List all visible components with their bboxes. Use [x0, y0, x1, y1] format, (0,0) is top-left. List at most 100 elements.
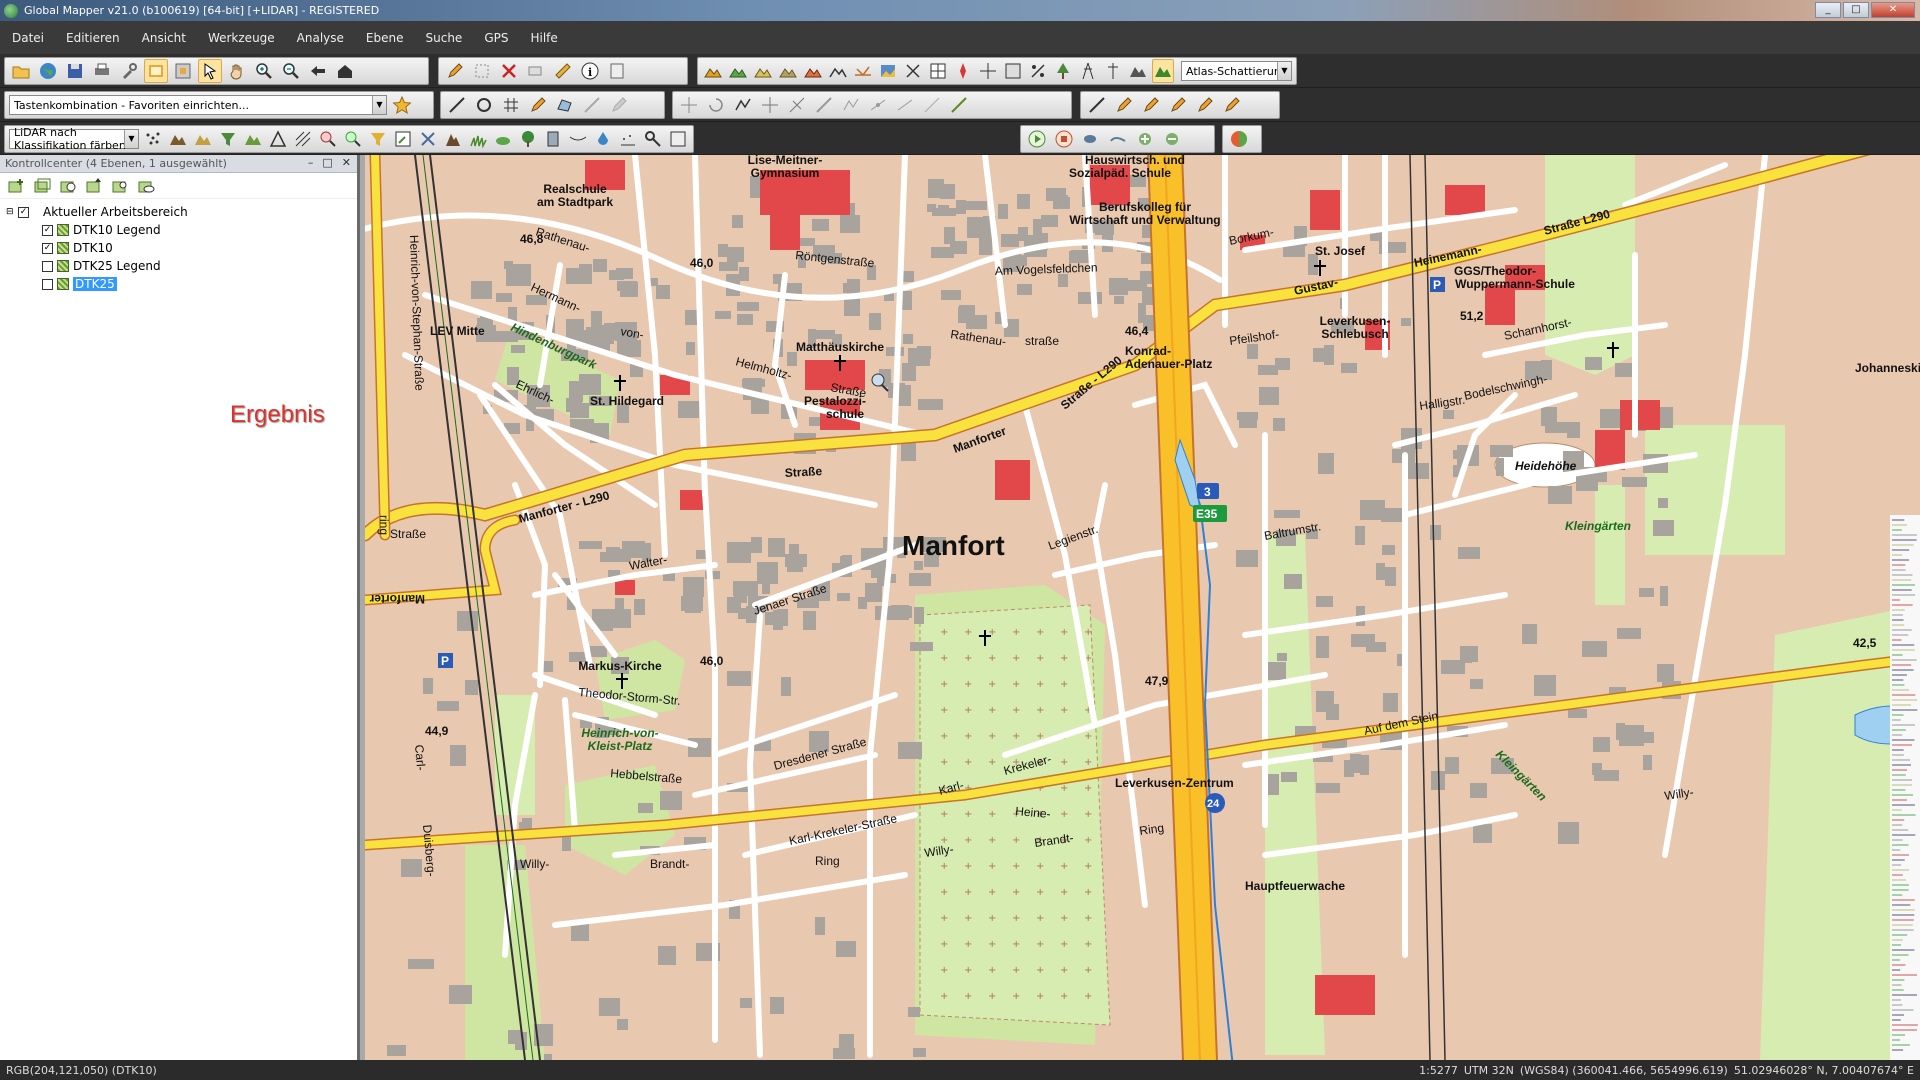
draw-circle-icon[interactable] — [472, 93, 496, 117]
line-style-6-icon[interactable] — [1220, 93, 1244, 117]
pan-cross-icon[interactable] — [758, 93, 782, 117]
clipboard-icon[interactable] — [605, 59, 629, 83]
building-icon[interactable] — [542, 127, 564, 151]
workspace-checkbox[interactable]: ✓ — [18, 206, 29, 218]
chevron-down-icon[interactable]: ▼ — [1277, 62, 1291, 80]
lidar-combo[interactable]: LiDAR nach Klassifikation färben ▼ — [9, 126, 139, 152]
lidar-tree-icon[interactable] — [1052, 59, 1074, 83]
fish-icon[interactable] — [1079, 127, 1103, 151]
zoom-in-icon[interactable] — [252, 59, 276, 83]
reshape-icon[interactable] — [731, 93, 755, 117]
shader-combo[interactable]: Atlas-Schattierung ▼ — [1181, 61, 1292, 81]
remove-layer-icon[interactable] — [1160, 127, 1184, 151]
funnel-icon[interactable] — [367, 127, 389, 151]
contour-icon[interactable] — [727, 59, 749, 83]
draw-grid-icon[interactable] — [499, 93, 523, 117]
topographic-map[interactable]: + + + + + + + + + + + + + + + + + + + + + + + + + + + + + + + + + + + + + + + +… — [365, 155, 1920, 1060]
stop-icon[interactable] — [1052, 127, 1076, 151]
draw-line-icon[interactable] — [445, 93, 469, 117]
layer-up-icon[interactable] — [84, 176, 104, 196]
maximize-button[interactable]: □ — [1843, 2, 1869, 18]
draw-area-icon[interactable] — [553, 93, 577, 117]
peak-icon[interactable] — [442, 127, 464, 151]
cut-icon[interactable] — [902, 59, 924, 83]
snap-icon[interactable] — [839, 93, 863, 117]
layer-row[interactable]: DTK25 Legend — [6, 257, 357, 275]
layer-checkbox[interactable] — [42, 278, 53, 290]
star-icon[interactable] — [390, 93, 414, 117]
water-icon[interactable] — [592, 127, 614, 151]
layers-icon[interactable] — [144, 59, 168, 83]
play-icon[interactable] — [1025, 127, 1049, 151]
layout-icon[interactable] — [1002, 59, 1024, 83]
line-of-sight-icon[interactable] — [852, 59, 874, 83]
image-icon[interactable] — [877, 59, 899, 83]
pointer-tool-icon[interactable] — [198, 59, 222, 83]
close-button[interactable]: ✕ — [1871, 2, 1915, 18]
menu-werkzeuge[interactable]: Werkzeuge — [208, 31, 275, 45]
save-icon[interactable] — [63, 59, 87, 83]
globe-icon[interactable] — [36, 59, 60, 83]
menu-gps[interactable]: GPS — [484, 31, 508, 45]
move-feature-icon[interactable] — [524, 59, 548, 83]
tree-icon[interactable] — [517, 127, 539, 151]
swim-icon[interactable] — [1106, 127, 1130, 151]
lidar-search-2-icon[interactable] — [342, 127, 364, 151]
panel-close-icon[interactable]: ✕ — [342, 156, 351, 169]
line-style-4-icon[interactable] — [1166, 93, 1190, 117]
line-style-3-icon[interactable] — [1139, 93, 1163, 117]
lidar-grid-icon[interactable] — [242, 127, 264, 151]
panel-minimize-icon[interactable]: – — [308, 156, 314, 169]
workspace-row[interactable]: ⊟ ✓ Aktueller Arbeitsbereich — [6, 203, 357, 221]
layer-remove-icon[interactable] — [58, 176, 78, 196]
layer-view-icon[interactable] — [136, 176, 156, 196]
view-shed-icon[interactable] — [802, 59, 824, 83]
lidar-points-icon[interactable] — [142, 127, 164, 151]
pan-hand-icon[interactable] — [225, 59, 249, 83]
rotate-icon[interactable] — [704, 93, 728, 117]
pencil-icon[interactable] — [443, 59, 467, 83]
layer-row[interactable]: ✓ DTK10 Legend — [6, 221, 357, 239]
export-lidar-icon[interactable] — [667, 127, 689, 151]
crosshair-icon[interactable] — [977, 59, 999, 83]
tower-icon[interactable] — [1102, 59, 1124, 83]
measure-line-icon[interactable] — [920, 93, 944, 117]
layer-zoom-icon[interactable] — [110, 176, 130, 196]
percent-icon[interactable] — [1027, 59, 1049, 83]
back-arrow-icon[interactable] — [306, 59, 330, 83]
triangle-icon[interactable] — [267, 127, 289, 151]
layer-add-icon[interactable] — [6, 176, 26, 196]
lidar-tools-icon[interactable] — [417, 127, 439, 151]
ruler-icon[interactable] — [551, 59, 575, 83]
split-icon[interactable] — [785, 93, 809, 117]
menu-hilfe[interactable]: Hilfe — [530, 31, 557, 45]
wire-icon[interactable] — [567, 127, 589, 151]
terrain-icon[interactable] — [702, 59, 724, 83]
3d-view-icon[interactable] — [927, 59, 949, 83]
menu-datei[interactable]: Datei — [12, 31, 44, 45]
line-style-1-icon[interactable] — [1085, 93, 1109, 117]
move-vertex-icon[interactable] — [677, 93, 701, 117]
layer-checkbox[interactable] — [42, 260, 53, 272]
minimize-button[interactable]: _ — [1815, 2, 1841, 18]
bush-icon[interactable] — [492, 127, 514, 151]
home-icon[interactable] — [333, 59, 357, 83]
chevron-down-icon[interactable]: ▼ — [124, 130, 138, 148]
draw-pencil-icon[interactable] — [526, 93, 550, 117]
layer-checkbox[interactable]: ✓ — [42, 242, 53, 254]
mountain-icon[interactable] — [1127, 59, 1149, 83]
offset-icon[interactable] — [947, 93, 971, 117]
key-icon[interactable] — [642, 127, 664, 151]
layer-row[interactable]: DTK25 — [6, 275, 357, 293]
volume-icon[interactable] — [777, 59, 799, 83]
menu-ebene[interactable]: Ebene — [366, 31, 404, 45]
chevron-down-icon[interactable]: ▼ — [372, 96, 386, 114]
menu-analyse[interactable]: Analyse — [297, 31, 344, 45]
layer-checkbox[interactable]: ✓ — [42, 224, 53, 236]
shader-icon[interactable] — [1152, 59, 1174, 83]
layer-copy-icon[interactable] — [32, 176, 52, 196]
panel-float-icon[interactable]: □ — [322, 156, 332, 169]
powerline-icon[interactable] — [1077, 59, 1099, 83]
line-style-5-icon[interactable] — [1193, 93, 1217, 117]
join-icon[interactable] — [812, 93, 836, 117]
